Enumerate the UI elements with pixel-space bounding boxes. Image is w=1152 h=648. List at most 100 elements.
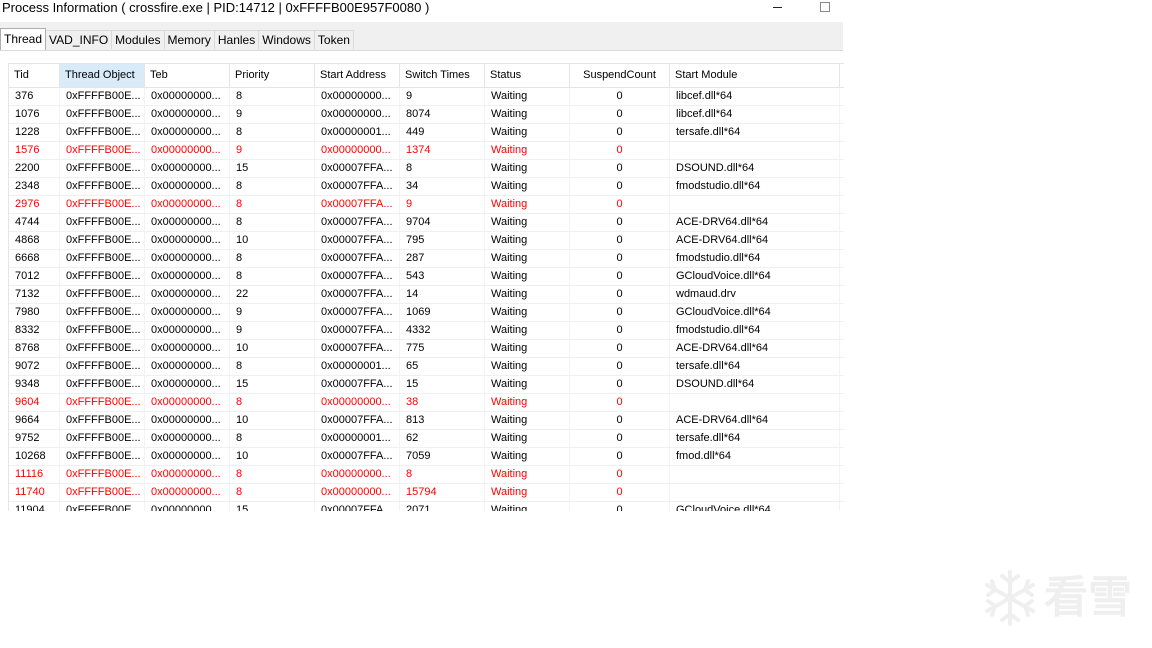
cell-obj: 0xFFFFB00E... (60, 502, 145, 511)
cell-teb: 0x00000000... (145, 268, 230, 285)
column-header-suspendcount[interactable]: SuspendCount (570, 64, 670, 87)
column-header-priority[interactable]: Priority (230, 64, 315, 87)
table-row[interactable]: 9664 0xFFFFB00E... 0x00000000... 10 0x00007F… (9, 412, 844, 430)
cell-switches: 15 (400, 376, 485, 393)
cell-module: libcef.dll*64 (670, 88, 840, 105)
cell-status: Waiting (485, 376, 570, 393)
table-row[interactable]: 2976 0xFFFFB00E... 0x00000000... 8 0x00007FF… (9, 196, 844, 214)
cell-suspend: 0 (570, 430, 670, 447)
tab-memory[interactable]: Memory (163, 30, 215, 49)
cell-tid: 9752 (9, 430, 60, 447)
cell-priority: 8 (230, 466, 315, 483)
table-row[interactable]: 1228 0xFFFFB00E... 0x00000000... 8 0x0000000… (9, 124, 844, 142)
table-row[interactable]: 8332 0xFFFFB00E... 0x00000000... 9 0x00007FF… (9, 322, 844, 340)
table-row[interactable]: 4744 0xFFFFB00E... 0x00000000... 8 0x00007FF… (9, 214, 844, 232)
cell-teb: 0x00000000... (145, 250, 230, 267)
cell-suspend: 0 (570, 412, 670, 429)
cell-priority: 9 (230, 304, 315, 321)
maximize-button[interactable] (817, 0, 833, 14)
cell-start: 0x00007FFA... (315, 340, 400, 357)
watermark-text: 看雪 (1044, 572, 1132, 623)
cell-tid: 9664 (9, 412, 60, 429)
cell-module: DSOUND.dll*64 (670, 160, 840, 177)
table-row[interactable]: 11904 0xFFFFB00E... 0x00000000... 15 0x00007… (9, 502, 844, 511)
cell-tid: 1076 (9, 106, 60, 123)
cell-priority: 8 (230, 394, 315, 411)
cell-module: fmodstudio.dll*64 (670, 250, 840, 267)
table-row[interactable]: 7012 0xFFFFB00E... 0x00000000... 8 0x00007FF… (9, 268, 844, 286)
cell-teb: 0x00000000... (145, 502, 230, 511)
table-row[interactable]: 6668 0xFFFFB00E... 0x00000000... 8 0x00007FF… (9, 250, 844, 268)
cell-tid: 1576 (9, 142, 60, 159)
cell-status: Waiting (485, 106, 570, 123)
table-row[interactable]: 9752 0xFFFFB00E... 0x00000000... 8 0x0000000… (9, 430, 844, 448)
cell-tid: 1228 (9, 124, 60, 141)
thread-list[interactable]: Tid Thread Object Teb Priority Start Address… (8, 63, 844, 511)
cell-switches: 9 (400, 196, 485, 213)
table-row[interactable]: 9604 0xFFFFB00E... 0x00000000... 8 0x0000000… (9, 394, 844, 412)
cell-module: fmod.dll*64 (670, 448, 840, 465)
table-row[interactable]: 376 0xFFFFB00E... 0x00000000... 8 0x00000000… (9, 88, 844, 106)
cell-suspend: 0 (570, 178, 670, 195)
column-header-tid[interactable]: Tid (9, 64, 60, 87)
cell-start: 0x00007FFA... (315, 322, 400, 339)
column-header-thread-object[interactable]: Thread Object (60, 64, 145, 87)
column-header-teb[interactable]: Teb (145, 64, 230, 87)
cell-suspend: 0 (570, 358, 670, 375)
cell-teb: 0x00000000... (145, 178, 230, 195)
table-row[interactable]: 2348 0xFFFFB00E... 0x00000000... 8 0x00007FF… (9, 178, 844, 196)
cell-status: Waiting (485, 430, 570, 447)
tab-windows[interactable]: Windows (258, 30, 315, 49)
cell-suspend: 0 (570, 502, 670, 511)
cell-status: Waiting (485, 214, 570, 231)
tab-modules[interactable]: Modules (111, 30, 165, 49)
cell-module: GCloudVoice.dll*64 (670, 268, 840, 285)
cell-start: 0x00007FFA... (315, 502, 400, 511)
table-row[interactable]: 9348 0xFFFFB00E... 0x00000000... 15 0x00007F… (9, 376, 844, 394)
cell-start: 0x00000000... (315, 142, 400, 159)
table-row[interactable]: 9072 0xFFFFB00E... 0x00000000... 8 0x0000000… (9, 358, 844, 376)
cell-switches: 34 (400, 178, 485, 195)
table-row[interactable]: 8768 0xFFFFB00E... 0x00000000... 10 0x00007F… (9, 340, 844, 358)
cell-priority: 8 (230, 124, 315, 141)
cell-status: Waiting (485, 232, 570, 249)
cell-tid: 2348 (9, 178, 60, 195)
cell-switches: 9704 (400, 214, 485, 231)
table-row[interactable]: 1576 0xFFFFB00E... 0x00000000... 9 0x0000000… (9, 142, 844, 160)
cell-tid: 11740 (9, 484, 60, 501)
table-row[interactable]: 2200 0xFFFFB00E... 0x00000000... 15 0x00007F… (9, 160, 844, 178)
table-row[interactable]: 7980 0xFFFFB00E... 0x00000000... 9 0x00007FF… (9, 304, 844, 322)
tab-token[interactable]: Token (313, 30, 354, 49)
table-row[interactable]: 7132 0xFFFFB00E... 0x00000000... 22 0x00007F… (9, 286, 844, 304)
column-header-start-address[interactable]: Start Address (315, 64, 400, 87)
cell-teb: 0x00000000... (145, 484, 230, 501)
tab-hanles[interactable]: Hanles (213, 30, 260, 49)
cell-tid: 4744 (9, 214, 60, 231)
table-row[interactable]: 11740 0xFFFFB00E... 0x00000000... 8 0x000000… (9, 484, 844, 502)
column-header-status[interactable]: Status (485, 64, 570, 87)
cell-tid: 9072 (9, 358, 60, 375)
cell-teb: 0x00000000... (145, 304, 230, 321)
table-row[interactable]: 11116 0xFFFFB00E... 0x00000000... 8 0x000000… (9, 466, 844, 484)
column-header-start-module[interactable]: Start Module (670, 64, 840, 87)
cell-priority: 8 (230, 196, 315, 213)
table-row[interactable]: 10268 0xFFFFB00E... 0x00000000... 10 0x00007… (9, 448, 844, 466)
cell-teb: 0x00000000... (145, 124, 230, 141)
table-row[interactable]: 4868 0xFFFFB00E... 0x00000000... 10 0x00007F… (9, 232, 844, 250)
table-row[interactable]: 1076 0xFFFFB00E... 0x00000000... 9 0x0000000… (9, 106, 844, 124)
tab-vad-info[interactable]: VAD_INFO (45, 30, 113, 49)
title-bar[interactable]: Process Information ( crossfire.exe | PI… (0, 0, 843, 22)
cell-obj: 0xFFFFB00E... (60, 394, 145, 411)
cell-module: ACE-DRV64.dll*64 (670, 232, 840, 249)
column-header-switch-times[interactable]: Switch Times (400, 64, 485, 87)
cell-suspend: 0 (570, 160, 670, 177)
minimize-button[interactable] (770, 0, 786, 14)
cell-status: Waiting (485, 196, 570, 213)
cell-obj: 0xFFFFB00E... (60, 358, 145, 375)
cell-tid: 10268 (9, 448, 60, 465)
process-information-window: Process Information ( crossfire.exe | PI… (0, 0, 844, 511)
cell-start: 0x00007FFA... (315, 232, 400, 249)
cell-switches: 775 (400, 340, 485, 357)
tab-thread[interactable]: Thread (0, 28, 47, 50)
cell-module: libcef.dll*64 (670, 106, 840, 123)
